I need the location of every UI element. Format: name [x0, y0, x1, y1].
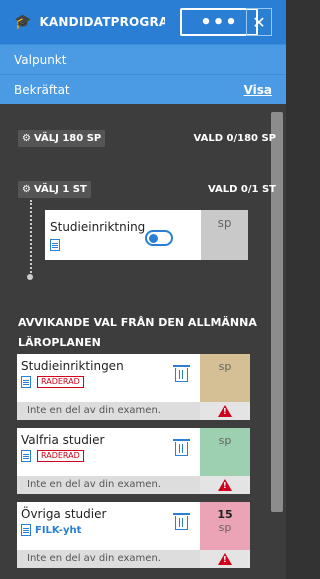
valpunkt-label: Valpunkt [14, 52, 67, 67]
warning-box [200, 402, 250, 420]
credits-unit: sp [218, 360, 232, 373]
warning-box [200, 476, 250, 494]
trash-icon[interactable] [173, 365, 190, 382]
document-icon [21, 524, 31, 536]
plan-panel: 🎓 KANDIDATPROGRAM ••• ✕ Valpunkt Bekräft… [0, 0, 286, 579]
document-icon [21, 450, 31, 462]
not-in-degree-note: Inte en del av din examen. [27, 479, 161, 490]
valpunkt-row[interactable]: Valpunkt [0, 44, 286, 74]
selected-credits-status: VALD 0/180 SP [193, 133, 276, 144]
deviating-card[interactable]: Övriga studier FILK-yht 15 sp Inte en de… [17, 502, 250, 568]
graduation-cap-icon: 🎓 [14, 14, 32, 30]
not-in-degree-note: Inte en del av din examen. [27, 553, 161, 564]
course-code-link[interactable]: FILK-yht [35, 525, 81, 536]
study-track-toggle[interactable] [145, 230, 173, 246]
selection-rule-credits: ⚙ VÄLJ 180 SP VALD 0/180 SP [18, 130, 276, 147]
select-credits-label: VÄLJ 180 SP [33, 133, 102, 144]
course-name: Studieinriktingen [21, 359, 124, 373]
trash-icon[interactable] [173, 439, 190, 456]
course-name: Övriga studier [21, 507, 107, 521]
close-icon: ✕ [252, 12, 266, 32]
warning-icon [218, 405, 232, 417]
warning-icon [218, 479, 232, 491]
tree-connector-end [27, 274, 33, 280]
bekraftat-row: Bekräftat Visa [0, 74, 286, 104]
scrollbar-thumb[interactable] [271, 112, 283, 512]
study-track-body: Studieinriktning [45, 210, 201, 260]
study-track-credits: sp [201, 210, 248, 260]
trash-icon[interactable] [173, 513, 190, 530]
warning-icon [218, 553, 232, 565]
page-title: KANDIDATPROGRAM [39, 15, 166, 29]
visa-link[interactable]: Visa [244, 83, 272, 97]
selection-rule-count: ⚙ VÄLJ 1 ST VALD 0/1 ST [18, 181, 276, 198]
credits-box: sp [200, 428, 250, 476]
study-track-card[interactable]: Studieinriktning sp [45, 210, 248, 260]
document-icon [50, 239, 60, 251]
bekraftat-label: Bekräftat [14, 82, 70, 97]
study-track-name: Studieinriktning [50, 220, 146, 234]
selected-count-status: VALD 0/1 ST [207, 184, 276, 195]
removed-badge: RADERAD [37, 376, 84, 388]
credits-box: 15 sp [200, 502, 250, 550]
credits-unit: sp [218, 521, 232, 534]
deviating-card[interactable]: Studieinriktingen RADERAD sp Inte en del… [17, 354, 250, 420]
document-icon [21, 376, 31, 388]
deviating-card[interactable]: Valfria studier RADERAD sp Inte en del a… [17, 428, 250, 494]
warning-box [200, 550, 250, 568]
select-count-label: VÄLJ 1 ST [33, 184, 87, 195]
sliders-icon: ⚙ [22, 133, 31, 144]
course-name: Valfria studier [21, 433, 105, 447]
sliders-icon: ⚙ [22, 184, 31, 195]
tree-connector [30, 200, 32, 277]
removed-badge: RADERAD [37, 450, 84, 462]
credits-value: 15 [217, 508, 233, 521]
select-credits-chip[interactable]: ⚙ VÄLJ 180 SP [18, 130, 106, 147]
credits-unit: sp [218, 434, 232, 447]
close-button[interactable]: ✕ [246, 8, 272, 36]
credits-box: sp [200, 354, 250, 402]
select-count-chip[interactable]: ⚙ VÄLJ 1 ST [18, 181, 91, 198]
deviating-heading: AVVIKANDE VAL FRÅN DEN ALLMÄNNA LÄROPLAN… [18, 316, 257, 349]
not-in-degree-note: Inte en del av din examen. [27, 405, 161, 416]
